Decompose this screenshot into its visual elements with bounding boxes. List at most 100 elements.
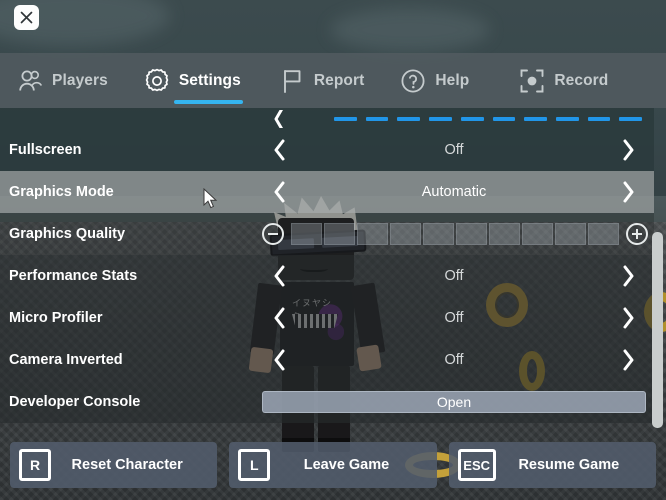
settings-list[interactable]: Fullscreen Off Graphics Mode Automatic G… [0,108,666,430]
developer-console-open-button[interactable]: Open [262,391,646,413]
resume-game-label: Resume Game [518,457,620,473]
scene-cloud [330,8,490,52]
reset-character-label: Reset Character [71,457,183,473]
segment[interactable] [555,223,586,245]
micro-profiler-value: Off [444,310,464,326]
reset-character-button[interactable]: R Reset Character [10,442,218,488]
settings-row-camera-inverted[interactable]: Camera Inverted Off [0,339,654,381]
row-label-micro-profiler: Micro Profiler [9,310,103,326]
tab-players-label: Players [52,71,108,89]
chevron-right-icon [623,181,634,203]
fullscreen-prev-button[interactable] [262,139,296,161]
settings-row-micro-profiler[interactable]: Micro Profiler Off [0,297,654,339]
camera-inverted-prev-button[interactable] [262,349,296,371]
camera-inverted-value: Off [444,352,464,368]
settings-scrollbar-track[interactable] [652,108,664,430]
chevron-right-icon [623,349,634,371]
tab-settings-label: Settings [178,71,241,89]
tab-underline-active [173,100,243,104]
segment[interactable] [555,116,579,121]
row-label-graphics-quality: Graphics Quality [9,226,126,242]
resume-game-button[interactable]: ESC Resume Game [448,442,656,488]
tab-record[interactable]: Record [515,53,612,108]
micro-profiler-prev-button[interactable] [262,307,296,329]
chevron-left-icon [274,181,285,203]
performance-stats-value: Off [444,268,464,284]
close-icon [20,11,33,24]
settings-row-fullscreen[interactable]: Fullscreen Off [0,129,654,171]
fullscreen-value: Off [444,142,464,158]
chevron-left-glyph [274,109,283,128]
settings-scrollbar-thumb[interactable] [652,232,663,428]
key-hint-l: L [238,449,271,481]
graphics-quality-increase-button[interactable] [626,223,648,245]
chevron-right-icon [623,139,634,161]
segment[interactable] [291,223,322,245]
segment[interactable] [522,223,553,245]
leave-game-label: Leave Game [303,457,390,473]
tab-help-label: Help [435,71,470,89]
partial-row-segments[interactable] [334,116,643,121]
graphics-mode-next-button[interactable] [612,181,646,203]
chevron-left-icon [274,349,285,371]
leave-game-button[interactable]: L Leave Game [229,442,437,488]
graphics-mode-prev-button[interactable] [262,181,296,203]
segment[interactable] [588,223,619,245]
players-icon [19,70,43,91]
segment[interactable] [397,116,421,121]
segment[interactable] [390,223,421,245]
record-icon [520,69,544,92]
close-button[interactable] [14,5,39,30]
chevron-left-icon[interactable] [262,109,296,128]
performance-stats-prev-button[interactable] [262,265,296,287]
graphics-quality-decrease-button[interactable] [262,223,284,245]
graphics-quality-segments[interactable] [291,223,619,245]
chevron-right-icon [623,307,634,329]
row-label-camera-inverted: Camera Inverted [9,352,123,368]
segment[interactable] [492,116,516,121]
camera-inverted-next-button[interactable] [612,349,646,371]
row-label-graphics-mode: Graphics Mode [9,184,114,200]
segment[interactable] [429,116,452,121]
action-button-bar: R Reset Character L Leave Game ESC Resum… [0,430,666,500]
tab-report-label: Report [313,71,365,89]
settings-row-developer-console[interactable]: Developer Console Open [0,381,654,423]
chevron-left-icon [274,307,285,329]
settings-row-graphics-mode[interactable]: Graphics Mode Automatic [0,171,654,213]
roblox-settings-overlay: イヌヤシキ Players [0,0,666,500]
settings-row-graphics-quality[interactable]: Graphics Quality [0,213,654,255]
segment[interactable] [357,223,388,245]
performance-stats-next-button[interactable] [612,265,646,287]
micro-profiler-next-button[interactable] [612,307,646,329]
row-label-developer-console: Developer Console [9,394,141,410]
flag-icon [283,69,301,93]
fullscreen-next-button[interactable] [612,139,646,161]
tab-report[interactable]: Report [275,53,369,108]
tab-settings[interactable]: Settings [140,53,245,108]
tab-record-label: Record [554,71,609,89]
chevron-left-icon [274,265,285,287]
graphics-quality-slider[interactable] [262,223,654,245]
segment[interactable] [423,223,454,245]
segment[interactable] [324,223,355,245]
question-icon [401,68,425,93]
tab-help[interactable]: Help [396,53,473,108]
gear-icon [145,68,169,91]
segment[interactable] [619,116,643,121]
chevron-right-icon [623,265,634,287]
segment[interactable] [365,116,389,121]
key-hint-esc: ESC [457,449,496,481]
tab-players[interactable]: Players [13,53,112,108]
segment[interactable] [489,223,520,245]
menu-tab-bar: Players Settings Report Help Record [0,53,666,108]
settings-row-performance-stats[interactable]: Performance Stats Off [0,255,654,297]
key-hint-r: R [19,449,51,481]
segment[interactable] [524,116,547,121]
segment[interactable] [460,116,484,121]
segment[interactable] [334,116,357,121]
segment[interactable] [456,223,487,245]
graphics-mode-value: Automatic [421,184,487,200]
segment[interactable] [587,116,611,121]
settings-row-partial[interactable] [0,108,654,129]
row-label-performance-stats: Performance Stats [9,268,138,284]
